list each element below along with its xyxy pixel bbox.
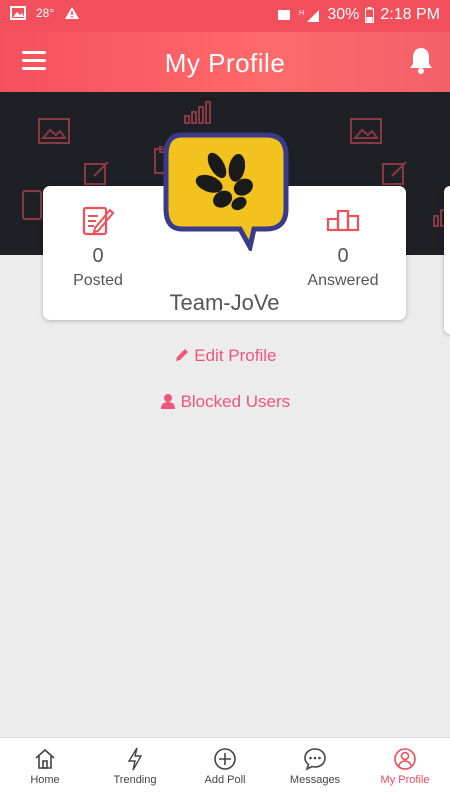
bolt-icon xyxy=(127,747,143,771)
tab-trending[interactable]: Trending xyxy=(90,738,180,800)
battery-percent: 30% xyxy=(327,6,360,23)
bottom-tab-bar: Home Trending Add Poll Messages My Profi… xyxy=(0,737,450,800)
posted-stat[interactable]: 0 Posted xyxy=(43,204,153,290)
svg-text:H: H xyxy=(299,10,304,17)
user-icon xyxy=(160,394,175,409)
user-circle-icon xyxy=(394,748,416,770)
avatar[interactable] xyxy=(162,131,290,251)
battery-icon xyxy=(365,7,375,23)
app-bar: My Profile xyxy=(0,32,450,92)
chat-icon xyxy=(304,748,326,771)
edit-profile-link[interactable]: Edit Profile xyxy=(0,346,450,366)
posted-count: 0 xyxy=(92,245,104,267)
tab-home-label: Home xyxy=(30,774,60,786)
image-pattern-icon-2 xyxy=(350,118,382,144)
pencil-icon xyxy=(175,349,188,361)
tab-home[interactable]: Home xyxy=(0,738,90,800)
edit-pattern-icon xyxy=(84,161,109,185)
image-pattern-icon xyxy=(38,118,70,144)
blocked-users-label: Blocked Users xyxy=(180,392,291,411)
chart-pattern-icon xyxy=(184,101,211,124)
clock: 2:18 PM xyxy=(380,6,440,23)
tab-messages[interactable]: Messages xyxy=(270,738,360,800)
tab-add-poll-label: Add Poll xyxy=(204,774,246,786)
answered-count: 0 xyxy=(337,245,349,267)
posted-icon xyxy=(82,206,115,236)
answered-stat[interactable]: 0 Answered xyxy=(288,204,398,290)
edit-profile-label: Edit Profile xyxy=(194,346,277,365)
username: Team-JoVe xyxy=(169,290,280,315)
page-title: My Profile xyxy=(164,48,286,78)
tab-trending-label: Trending xyxy=(113,774,157,786)
home-icon xyxy=(35,748,55,769)
tab-my-profile[interactable]: My Profile xyxy=(360,738,450,800)
volte-icon xyxy=(278,10,291,20)
temperature: 28° xyxy=(36,6,55,20)
bell-icon[interactable] xyxy=(408,46,434,74)
plus-circle-icon xyxy=(214,748,236,770)
tab-my-profile-label: My Profile xyxy=(380,774,430,786)
tablet-pattern-icon xyxy=(22,190,42,220)
status-bar: 28° H 30% 2:18 PM xyxy=(0,0,450,32)
next-card-peek xyxy=(444,186,450,334)
image-notification-icon xyxy=(10,6,26,20)
tab-messages-label: Messages xyxy=(289,774,341,786)
podium-icon xyxy=(326,209,360,232)
edit-pattern-icon-2 xyxy=(382,161,407,185)
answered-label: Answered xyxy=(307,272,379,289)
tab-add-poll[interactable]: Add Poll xyxy=(180,738,270,800)
warning-icon xyxy=(65,7,80,19)
blocked-users-link[interactable]: Blocked Users xyxy=(0,392,450,412)
signal-icon: H xyxy=(299,10,320,22)
posted-label: Posted xyxy=(73,272,123,289)
